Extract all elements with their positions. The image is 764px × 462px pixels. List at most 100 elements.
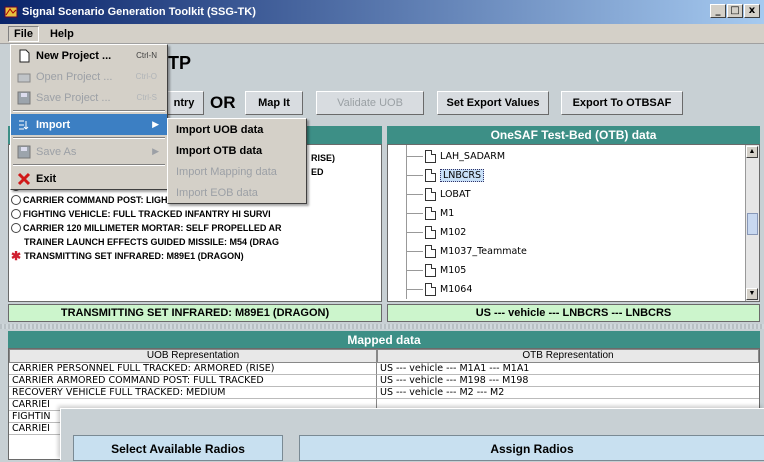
otb-tree-item[interactable]: M102 (407, 223, 759, 242)
uob-list-item[interactable]: FIGHTING VEHICLE: FULL TRACKED INFANTRY … (11, 207, 381, 221)
document-icon (425, 169, 436, 182)
document-icon (425, 283, 436, 296)
otb-tree-item[interactable]: LOBAT (407, 185, 759, 204)
menu-shortcut: Ctrl-O (135, 72, 157, 81)
menu-file[interactable]: File (8, 25, 39, 42)
otb-tree-item[interactable]: M105 (407, 261, 759, 280)
mapped-data-header: Mapped data (8, 331, 760, 348)
import-submenu-item[interactable]: Import OTB data (168, 140, 306, 161)
radio-dialog: Select Available Radios Assign Radios (60, 408, 764, 461)
close-button[interactable]: x (744, 4, 760, 18)
save-as-icon (17, 145, 31, 159)
menu-shortcut: Ctrl-N (136, 51, 157, 60)
maximize-button[interactable]: □ (727, 4, 743, 18)
split-divider[interactable] (0, 324, 764, 329)
otb-item-label: M105 (440, 265, 467, 276)
import-submenu-item[interactable]: Import UOB data (168, 119, 306, 140)
import-icon (17, 118, 31, 132)
uob-item-label: CARRIER 120 MILLIMETER MORTAR: SELF PROP… (23, 223, 282, 233)
page-title-fragment: TP (168, 53, 192, 73)
otb-item-label: M1064 (440, 284, 473, 295)
menu-bar: File Help (0, 24, 764, 44)
uob-list-item[interactable]: CARRIER 120 MILLIMETER MORTAR: SELF PROP… (11, 221, 381, 235)
cell-uob: RECOVERY VEHICLE FULL TRACKED: MEDIUM (9, 387, 377, 399)
otb-tree-item[interactable]: LAH_SADARM (407, 147, 759, 166)
menu-item-label: Save Project ... (36, 91, 111, 104)
window-title: Signal Scenario Generation Toolkit (SSG-… (22, 6, 256, 18)
file-menu: New Project ... Ctrl-N Open Project ... Ctr… (10, 44, 168, 190)
title-bar[interactable]: Signal Scenario Generation Toolkit (SSG-… (0, 0, 764, 24)
scroll-down-arrow-icon[interactable]: ▼ (746, 288, 758, 300)
menu-separator (13, 164, 165, 166)
map-it-button[interactable]: Map It (245, 91, 303, 115)
or-label: OR (210, 93, 236, 112)
file-menu-item-open-project[interactable]: Open Project ... Ctrl-O (11, 66, 167, 87)
otb-tree-item[interactable]: LNBCRS (407, 166, 759, 185)
cell-uob: CARRIER PERSONNEL FULL TRACKED: ARMORED … (9, 363, 377, 375)
table-row[interactable]: RECOVERY VEHICLE FULL TRACKED: MEDIUM US … (9, 387, 759, 399)
app-icon (4, 6, 18, 18)
set-export-values-button[interactable]: Set Export Values (437, 91, 549, 115)
document-icon (425, 150, 436, 163)
otb-panel-header: OneSAF Test-Bed (OTB) data (387, 126, 760, 144)
otb-item-label: LOBAT (440, 189, 471, 200)
menu-help[interactable]: Help (45, 27, 79, 41)
scroll-up-arrow-icon[interactable]: ▲ (746, 146, 758, 158)
otb-item-label: LAH_SADARM (440, 151, 506, 162)
unit-icon (11, 209, 21, 219)
otb-tree-item[interactable]: M1037_Teammate (407, 242, 759, 261)
uob-item-label: TRANSMITTING SET INFRARED: M89E1 (DRAGON… (24, 251, 244, 261)
otb-tree-item[interactable]: M1064 (407, 280, 759, 299)
submenu-arrow-icon: ▶ (152, 146, 159, 156)
import-submenu-item[interactable]: Import EOB data (168, 182, 306, 203)
document-icon (425, 188, 436, 201)
import-submenu-item[interactable]: Import Mapping data (168, 161, 306, 182)
menu-item-label: Save As (36, 145, 77, 158)
otb-selection-footer: US --- vehicle --- LNBCRS --- LNBCRS (387, 304, 760, 322)
uob-list-item[interactable]: TRAINER LAUNCH EFFECTS GUIDED MISSILE: M… (11, 235, 381, 249)
assign-radios-title: Assign Radios (299, 435, 764, 461)
file-menu-item-import[interactable]: Import ▶ (11, 114, 167, 135)
select-radios-title: Select Available Radios (73, 435, 283, 461)
table-row[interactable]: CARRIER ARMORED COMMAND POST: FULL TRACK… (9, 375, 759, 387)
otb-item-label: M1 (440, 208, 455, 219)
new-document-icon (17, 49, 31, 63)
entry-button[interactable]: ntry (164, 91, 204, 115)
export-otbsaf-button[interactable]: Export To OTBSAF (561, 91, 683, 115)
column-header-uob[interactable]: UOB Representation (9, 349, 377, 363)
menu-item-label: Import (36, 118, 71, 131)
uob-item-label: ED (311, 167, 324, 177)
uob-item-label: FIGHTING VEHICLE: FULL TRACKED INFANTRY … (23, 209, 271, 219)
otb-scrollbar[interactable]: ▲ ▼ (745, 145, 759, 301)
validate-uob-button[interactable]: Validate UOB (316, 91, 424, 115)
uob-item-label: TRAINER LAUNCH EFFECTS GUIDED MISSILE: M… (24, 237, 280, 247)
otb-tree-item[interactable]: M1 (407, 204, 759, 223)
menu-item-label: New Project ... (36, 49, 112, 62)
cell-uob: CARRIER ARMORED COMMAND POST: FULL TRACK… (9, 375, 377, 387)
table-row[interactable]: CARRIER PERSONNEL FULL TRACKED: ARMORED … (9, 363, 759, 375)
document-icon (425, 207, 436, 220)
import-submenu: Import UOB data Import OTB data Import Map… (167, 118, 307, 204)
exit-x-icon (17, 172, 31, 186)
cell-otb: US --- vehicle --- M198 --- M198 (377, 375, 759, 387)
otb-item-label: LNBCRS (440, 169, 485, 182)
menu-item-label: Exit (36, 172, 57, 185)
otb-item-label: M102 (440, 227, 467, 238)
column-header-otb[interactable]: OTB Representation (377, 349, 759, 363)
unit-icon (11, 195, 21, 205)
uob-list-item[interactable]: ✱ TRANSMITTING SET INFRARED: M89E1 (DRAGO… (11, 249, 381, 263)
scroll-thumb[interactable] (747, 213, 758, 235)
minimize-button[interactable]: _ (710, 4, 726, 18)
file-menu-item-save-as[interactable]: Save As ▶ (11, 141, 167, 162)
menu-separator (13, 137, 165, 139)
menu-separator (13, 110, 165, 112)
file-menu-item-exit[interactable]: Exit (11, 168, 167, 189)
save-disk-icon (17, 91, 31, 105)
open-folder-icon (17, 70, 31, 84)
otb-tree[interactable]: LAH_SADARM LNBCRS LOBAT M1 M102 M1037_Teammat… (387, 144, 760, 302)
cell-otb: US --- vehicle --- M2 --- M2 (377, 387, 759, 399)
submenu-arrow-icon: ▶ (152, 119, 159, 129)
star-icon: ✱ (11, 249, 22, 263)
file-menu-item-save-project[interactable]: Save Project ... Ctrl-S (11, 87, 167, 108)
file-menu-item-new-project[interactable]: New Project ... Ctrl-N (11, 45, 167, 66)
